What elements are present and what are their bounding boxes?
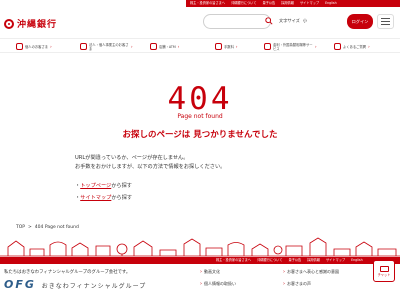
bank-logo[interactable]: 沖縄銀行	[4, 17, 57, 30]
question-icon	[334, 43, 341, 50]
sitemap-link[interactable]: サイトマップ	[80, 195, 111, 201]
main-nav: 個人のお客さま › 法人・個人事業主のお客さま › 店舗・ATM › 手数料 ›…	[0, 38, 400, 53]
error-code: 404	[167, 81, 233, 117]
footer-bar: 株主・投資家の皆さまへ 沖縄銀行について 量子公告 採用情報 サイトマップ En…	[0, 257, 400, 264]
footer-links-col-2: お客さまへ表心と感謝の意図 お客さまの声	[283, 269, 339, 287]
nav-item-rates[interactable]: 金利・外国為替相場等サービス ›	[264, 41, 317, 52]
chat-label: チャット	[377, 272, 391, 277]
login-button[interactable]: ログイン	[347, 14, 373, 29]
breadcrumb-separator: >	[28, 225, 32, 230]
chevron-right-icon: ›	[315, 44, 317, 49]
breadcrumb: TOP > 404 Page not found	[16, 225, 79, 230]
chevron-right-icon: ›	[131, 44, 133, 49]
building-icon	[80, 43, 87, 50]
nav-item-label: 手数料	[224, 44, 234, 49]
error-headline: お探しのページは 見つかりませんでした	[122, 130, 278, 140]
nav-item-branches-atm[interactable]: 店舗・ATM ›	[150, 41, 179, 52]
nav-item-fees[interactable]: 手数料 ›	[215, 41, 238, 52]
top-link-english[interactable]: English	[325, 0, 337, 7]
nav-item-label: 店舗・ATM	[159, 44, 176, 49]
footer-link-careers[interactable]: 採用情報	[307, 257, 320, 264]
town-illustration	[0, 237, 400, 257]
chevron-right-icon: ›	[50, 44, 52, 49]
footer-bar-links: 株主・投資家の皆さまへ 沖縄銀行について 量子公告 採用情報 サイトマップ En…	[216, 257, 363, 264]
nav-item-business[interactable]: 法人・個人事業主のお客さま ›	[80, 41, 133, 52]
footer-link-investors[interactable]: 株主・投資家の皆さまへ	[216, 257, 251, 264]
error-line-2: お手数をおかけしますが、以下の方法で情報をお探しください。	[75, 164, 226, 170]
footer-link[interactable]: お客さまの声	[283, 281, 339, 287]
nav-item-label: 法人・個人事業主のお客さま	[89, 42, 129, 51]
breadcrumb-current: 404 Page not found	[34, 225, 79, 230]
font-size-control: 文字サイズ 小	[279, 18, 307, 24]
hamburger-icon[interactable]	[377, 14, 394, 29]
footer-links-col-1: 動画文化 個人情報の取扱い	[200, 269, 236, 287]
font-size-small-button[interactable]: 小	[303, 18, 307, 24]
top-page-link-row: ・トップページから探す	[75, 182, 132, 189]
sitemap-link-suffix: から探す	[111, 195, 133, 201]
person-icon	[16, 43, 23, 50]
chat-button[interactable]: チャット	[373, 260, 395, 282]
chart-icon	[264, 43, 271, 50]
nav-item-personal[interactable]: 個人のお客さま ›	[16, 41, 52, 52]
error-subtitle: Page not found	[177, 113, 223, 120]
error-line-1: URLが間違っているか、ページが存在しません。	[75, 155, 189, 161]
footer-link[interactable]: お客さまへ表心と感謝の意図	[283, 269, 339, 275]
nav-item-label: 金利・外国為替相場等サービス	[273, 42, 313, 51]
breadcrumb-top[interactable]: TOP	[16, 225, 25, 230]
error-description: URLが間違っているか、ページが存在しません。 お手数をおかけしますが、以下の方…	[75, 154, 225, 172]
nav-item-label: 個人のお客さま	[25, 44, 49, 49]
search-icon[interactable]	[265, 17, 273, 25]
top-utility-bar: 株主・投資家の皆さまへ 沖縄銀行について 量子公告 採用情報 サイトマップ En…	[0, 0, 400, 7]
bank-logo-text: 沖縄銀行	[17, 20, 58, 30]
bank-logo-mark-icon	[4, 18, 14, 29]
chevron-right-icon: ›	[368, 44, 370, 49]
top-link-about[interactable]: 沖縄銀行について	[231, 0, 256, 7]
nav-item-label: よくあるご質問	[343, 44, 367, 49]
top-link-notices[interactable]: 量子公告	[262, 0, 275, 7]
map-pin-icon	[150, 43, 157, 50]
group-logo-mark: OFG	[4, 278, 36, 291]
top-link-sitemap[interactable]: サイトマップ	[300, 0, 319, 7]
footer-link[interactable]: 個人情報の取扱い	[200, 281, 236, 287]
nav-item-faq[interactable]: よくあるご質問 ›	[334, 41, 370, 52]
chevron-right-icon: ›	[235, 44, 238, 49]
top-link-careers[interactable]: 採用情報	[281, 0, 294, 7]
group-logo[interactable]: OFG おきなわフィナンシャルグループ	[4, 278, 146, 291]
search-input[interactable]	[203, 14, 271, 29]
footer-link-about[interactable]: 沖縄銀行について	[257, 257, 282, 264]
chevron-right-icon: ›	[177, 44, 180, 49]
footer-link-english[interactable]: English	[351, 257, 363, 264]
footer: 私たちはおきなわフィナンシャルグループのグループ会社です。 OFG おきなわフィ…	[0, 264, 400, 300]
top-utility-links: 株主・投資家の皆さまへ 沖縄銀行について 量子公告 採用情報 サイトマップ En…	[190, 0, 337, 7]
top-link-investors[interactable]: 株主・投資家の皆さまへ	[190, 0, 225, 7]
yen-icon	[215, 43, 222, 50]
sitemap-link-row: ・サイトマップから探す	[75, 194, 132, 201]
chat-bubble-icon	[379, 265, 389, 272]
footer-link[interactable]: 動画文化	[200, 269, 236, 275]
group-logo-sub: おきなわフィナンシャルグループ	[41, 283, 147, 290]
top-page-link-suffix: から探す	[111, 183, 132, 189]
footer-link-notices[interactable]: 量子公告	[288, 257, 301, 264]
top-page-link[interactable]: トップページ	[80, 183, 111, 189]
footer-link-sitemap[interactable]: サイトマップ	[326, 257, 345, 264]
group-text: 私たちはおきなわフィナンシャルグループのグループ会社です。	[4, 270, 131, 275]
font-size-label: 文字サイズ	[279, 18, 300, 23]
